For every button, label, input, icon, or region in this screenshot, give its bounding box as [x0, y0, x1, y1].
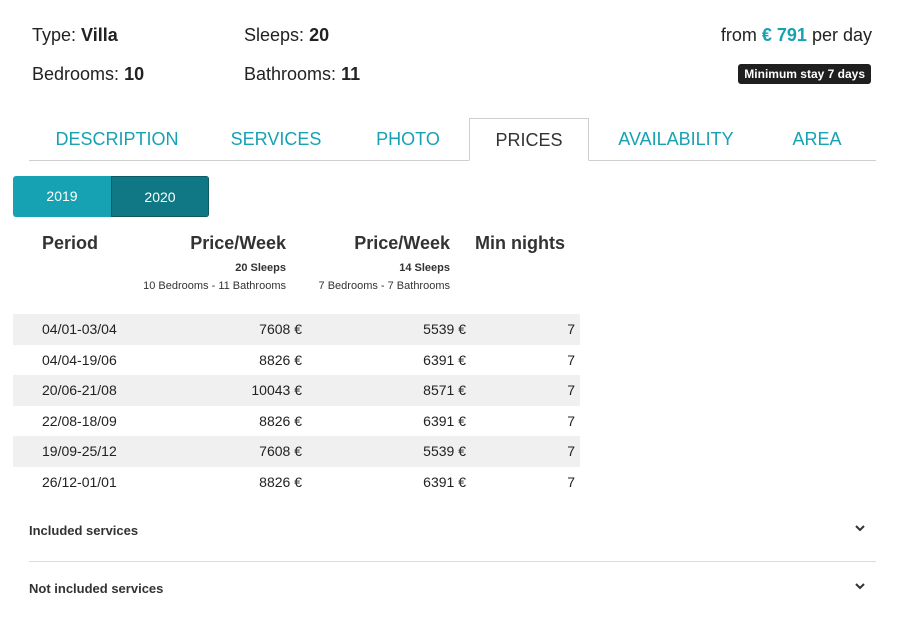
cell-price-1: 7608 €	[259, 443, 302, 459]
cell-price-2: 5539 €	[423, 443, 466, 459]
fact-sleeps: Sleeps: 20	[244, 25, 329, 46]
year-button-2020[interactable]: 2020	[111, 176, 209, 217]
tab-prices[interactable]: PRICES	[469, 118, 589, 161]
table-row: 04/04-19/06 8826 € 6391 € 7	[13, 345, 580, 376]
not-included-services-accordion[interactable]: Not included services	[29, 570, 876, 610]
min-stay-badge: Minimum stay 7 days	[738, 64, 871, 84]
header-price-week-1-rooms: 10 Bedrooms - 11 Bathrooms	[143, 280, 286, 292]
included-services-accordion[interactable]: Included services	[29, 512, 876, 562]
header-price-week-2: Price/Week	[354, 233, 450, 253]
not-included-services-label: Not included services	[29, 581, 164, 596]
cell-min-nights: 7	[567, 382, 575, 398]
year-selector: 2019 2020	[13, 176, 209, 217]
header-min-nights: Min nights	[475, 233, 565, 253]
header-price-week-1-sleeps: 20 Sleeps	[235, 262, 286, 274]
tab-availability[interactable]: AVAILABILITY	[601, 118, 751, 161]
cell-period: 04/04-19/06	[42, 351, 117, 368]
fact-type-label: Type:	[32, 25, 77, 45]
chevron-down-icon[interactable]	[854, 580, 866, 592]
header-period: Period	[42, 233, 99, 253]
fact-bathrooms: Bathrooms: 11	[244, 64, 360, 85]
cell-period: 19/09-25/12	[42, 443, 117, 459]
cell-price-2: 6391 €	[423, 412, 466, 429]
table-row: 04/01-03/04 7608 € 5539 € 7	[13, 314, 580, 345]
price-from: from € 791 per day	[721, 25, 872, 46]
fact-sleeps-label: Sleeps:	[244, 25, 305, 45]
cell-price-1: 10043 €	[251, 382, 302, 398]
fact-bedrooms: Bedrooms: 10	[32, 64, 144, 85]
cell-period: 26/12-01/01	[42, 473, 117, 490]
cell-min-nights: 7	[567, 412, 575, 429]
cell-min-nights: 7	[567, 473, 575, 490]
cell-price-2: 8571 €	[423, 382, 466, 398]
table-row: 20/06-21/08 10043 € 8571 € 7	[13, 375, 580, 406]
header-price-week-2-sleeps: 14 Sleeps	[399, 262, 450, 274]
cell-price-1: 8826 €	[259, 351, 302, 368]
tab-description[interactable]: DESCRIPTION	[29, 118, 205, 161]
included-services-label: Included services	[29, 523, 139, 538]
tab-services[interactable]: SERVICES	[211, 118, 341, 161]
table-row: 26/12-01/01 8826 € 6391 € 7	[13, 467, 580, 498]
cell-price-2: 6391 €	[423, 473, 466, 490]
cell-min-nights: 7	[567, 351, 575, 368]
price-from-prefix: from	[720, 25, 757, 45]
fact-bathrooms-label: Bathrooms:	[244, 64, 337, 84]
cell-period: 20/06-21/08	[42, 382, 117, 398]
cell-min-nights: 7	[567, 321, 575, 337]
tab-area[interactable]: AREA	[763, 118, 871, 161]
tab-photo[interactable]: PHOTO	[347, 118, 469, 161]
fact-bedrooms-value: 10	[124, 64, 145, 84]
cell-price-1: 8826 €	[259, 412, 302, 429]
cell-price-2: 6391 €	[423, 351, 466, 368]
header-price-week-2-rooms: 7 Bedrooms - 7 Bathrooms	[318, 280, 450, 292]
price-from-amount: € 791	[761, 25, 807, 45]
chevron-down-icon[interactable]	[854, 522, 866, 534]
table-row: 19/09-25/12 7608 € 5539 € 7	[13, 436, 580, 467]
price-from-suffix: per day	[811, 25, 872, 45]
cell-min-nights: 7	[567, 443, 575, 459]
cell-price-2: 5539 €	[423, 321, 466, 337]
fact-bathrooms-value: 11	[341, 64, 361, 84]
cell-price-1: 7608 €	[259, 321, 302, 337]
fact-bedrooms-label: Bedrooms:	[32, 64, 120, 84]
year-button-2019[interactable]: 2019	[13, 176, 111, 217]
header-price-week-1: Price/Week	[190, 233, 286, 253]
property-facts: Type: Villa Sleeps: 20 Bedrooms: 10 Bath…	[0, 0, 897, 110]
price-table: 04/01-03/04 7608 € 5539 € 7 04/04-19/06 …	[13, 314, 580, 497]
cell-price-1: 8826 €	[259, 473, 302, 490]
cell-period: 04/01-03/04	[42, 321, 117, 337]
fact-sleeps-value: 20	[309, 25, 330, 45]
cell-period: 22/08-18/09	[42, 412, 117, 429]
fact-type: Type: Villa	[32, 25, 118, 46]
fact-type-value: Villa	[81, 25, 118, 45]
tab-bar: DESCRIPTION SERVICES PHOTO PRICES AVAILA…	[29, 118, 876, 161]
table-row: 22/08-18/09 8826 € 6391 € 7	[13, 406, 580, 437]
